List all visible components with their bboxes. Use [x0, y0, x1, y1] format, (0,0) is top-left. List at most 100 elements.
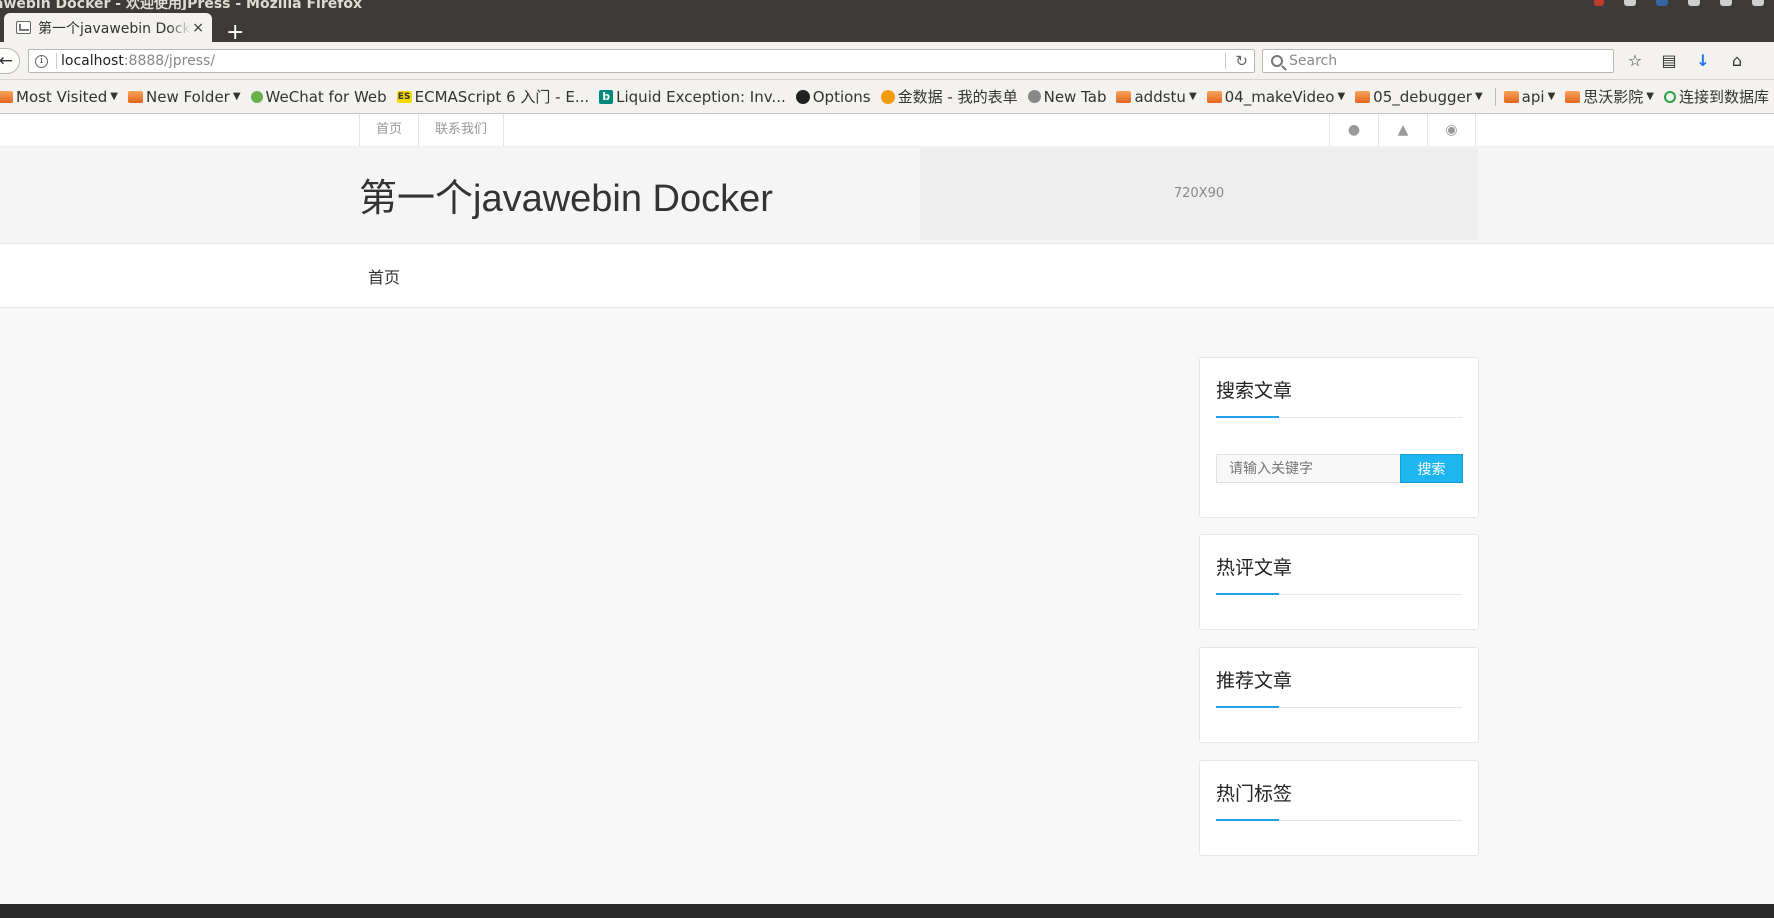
top-nav-home-link[interactable]: 首页 — [359, 114, 418, 146]
search-placeholder: Search — [1289, 53, 1338, 69]
chevron-down-icon: ▼ — [110, 91, 118, 102]
search-bar[interactable]: Search — [1262, 49, 1614, 73]
back-button[interactable]: ← — [0, 48, 20, 74]
widget-title-underline — [1216, 706, 1462, 708]
bookmark-new-tab[interactable]: New Tab — [1027, 87, 1107, 106]
bookmark-label: addstu — [1134, 87, 1186, 106]
bookmark-database[interactable]: 连接到数据库 · orm2 ... — [1663, 86, 1774, 107]
url-divider — [1225, 53, 1226, 69]
bookmarks-toolbar: Most Visited ▼ New Folder ▼ WeChat for Web… — [0, 80, 1774, 114]
bookmark-label: 05_debugger — [1373, 87, 1472, 106]
widget-title: 搜索文章 — [1216, 380, 1293, 402]
widget-title: 推荐文章 — [1216, 670, 1293, 692]
weibo-icon[interactable]: ◉ — [1427, 114, 1476, 146]
qq-icon[interactable]: ▲ — [1378, 114, 1427, 146]
ad-banner[interactable]: 720X90 — [920, 148, 1478, 240]
main-nav: 首页 — [0, 244, 1774, 308]
bookmark-ecmascript[interactable]: ES ECMAScript 6 入门 - E... — [396, 86, 590, 107]
toolbar-icons: ☆ ▤ ↓ ⌂ — [1626, 52, 1746, 70]
page-favicon-icon — [16, 21, 31, 34]
bookmark-separator — [1494, 87, 1496, 106]
wechat-icon[interactable]: ● — [1329, 114, 1378, 146]
bookmark-label: Liquid Exception: Inv... — [616, 87, 786, 106]
bing-icon: b — [599, 89, 614, 104]
keyword-search-input[interactable] — [1216, 454, 1400, 483]
bookmark-label: 04_makeVideo — [1224, 87, 1335, 106]
chevron-down-icon: ▼ — [1474, 91, 1483, 102]
bookmark-addstu[interactable]: addstu ▼ — [1116, 87, 1197, 106]
wechat-icon — [250, 90, 263, 103]
url-bar[interactable]: i localhost:8888/jpress/ ↻ — [28, 49, 1255, 73]
reading-list-icon[interactable]: ▤ — [1660, 52, 1678, 70]
es-icon: ES — [396, 90, 412, 103]
site-topbar: 首页 联系我们 ● ▲ ◉ — [0, 114, 1774, 147]
footer-strip — [0, 904, 1774, 918]
chevron-down-icon: ▼ — [1337, 91, 1346, 102]
bookmark-debugger[interactable]: 05_debugger ▼ — [1355, 88, 1483, 106]
bookmark-api[interactable]: api ▼ — [1503, 87, 1556, 106]
bookmark-label: 思沃影院 — [1583, 88, 1644, 106]
back-arrow-icon: ← — [0, 51, 13, 71]
tab-strip: 第一个javawebin Docker - 欢迎使用JPress × + — [0, 10, 1774, 44]
site-title[interactable]: 第一个javawebin Docker — [359, 167, 773, 222]
recommended-widget: 推荐文章 — [1199, 647, 1479, 743]
widget-title: 热门标签 — [1216, 783, 1293, 805]
main-nav-home-link[interactable]: 首页 — [368, 264, 400, 288]
chevron-down-icon: ▼ — [1188, 91, 1197, 102]
window-title: awebin Docker - 欢迎使用JPress - Mozilla Fir… — [0, 0, 362, 10]
bookmark-options[interactable]: Options — [795, 87, 871, 106]
close-tab-icon[interactable]: × — [192, 20, 204, 36]
widget-title-underline — [1216, 416, 1462, 418]
bookmark-label: 金数据 - 我的表单 — [897, 88, 1018, 106]
folder-icon — [0, 90, 13, 103]
folder-icon — [1355, 90, 1371, 103]
browser-tab[interactable]: 第一个javawebin Docker - 欢迎使用JPress × — [4, 13, 212, 42]
volume-icon[interactable] — [1752, 0, 1764, 6]
bookmark-label: New Tab — [1043, 87, 1107, 106]
home-icon[interactable]: ⌂ — [1728, 52, 1746, 70]
search-button[interactable]: 搜索 — [1400, 454, 1463, 483]
url-path: :8888/jpress/ — [123, 53, 216, 69]
bookmark-jinshuju[interactable]: 金数据 - 我的表单 — [880, 86, 1018, 107]
bookmark-label: 连接到数据库 · orm2 ... — [1678, 88, 1774, 106]
folder-icon — [1116, 90, 1132, 103]
database-icon — [1663, 90, 1676, 103]
input-method-icon[interactable] — [1656, 0, 1668, 6]
system-tray — [1594, 0, 1764, 10]
site-header: 第一个javawebin Docker 720X90 — [0, 147, 1774, 244]
tray-icon[interactable] — [1594, 0, 1604, 6]
bookmark-label: Options — [812, 87, 871, 106]
navigation-bar: ← i localhost:8888/jpress/ ↻ Search ☆ ▤ … — [0, 42, 1774, 80]
url-divider — [56, 53, 57, 69]
new-tab-button[interactable]: + — [226, 22, 244, 44]
folder-icon — [1565, 90, 1581, 103]
bookmark-label: api — [1521, 87, 1545, 106]
battery-icon[interactable] — [1720, 0, 1732, 6]
chevron-down-icon: ▼ — [1547, 91, 1556, 102]
widget-title-underline — [1216, 819, 1462, 821]
bookmark-label: WeChat for Web — [265, 87, 387, 106]
site-info-icon[interactable]: i — [35, 54, 48, 68]
bookmark-wechat[interactable]: WeChat for Web — [250, 87, 387, 106]
folder-icon — [128, 90, 143, 103]
bookmark-label: ECMAScript 6 入门 - E... — [414, 88, 590, 106]
bookmark-label: Most Visited — [16, 87, 108, 106]
network-icon[interactable] — [1624, 0, 1636, 6]
bookmark-star-icon[interactable]: ☆ — [1626, 52, 1644, 70]
bookmark-liquid[interactable]: b Liquid Exception: Inv... — [599, 88, 786, 106]
top-nav-contact-link[interactable]: 联系我们 — [418, 114, 505, 146]
bookmark-new-folder[interactable]: New Folder ▼ — [128, 88, 241, 106]
chevron-down-icon: ▼ — [1646, 91, 1654, 102]
top-nav: 首页 联系我们 — [359, 114, 505, 146]
bookmark-most-visited[interactable]: Most Visited ▼ — [0, 88, 118, 106]
bookmark-makevideo[interactable]: 04_makeVideo ▼ — [1206, 87, 1346, 106]
bluetooth-icon[interactable] — [1688, 0, 1700, 6]
url-host: localhost — [61, 53, 124, 69]
download-icon[interactable]: ↓ — [1694, 52, 1712, 70]
folder-icon — [1503, 90, 1519, 103]
bookmark-label: New Folder — [146, 87, 230, 106]
bookmark-siwo-cinema[interactable]: 思沃影院 ▼ — [1565, 86, 1654, 107]
reload-icon[interactable]: ↻ — [1235, 52, 1248, 70]
github-icon — [795, 89, 810, 104]
widget-title-underline — [1216, 593, 1462, 595]
